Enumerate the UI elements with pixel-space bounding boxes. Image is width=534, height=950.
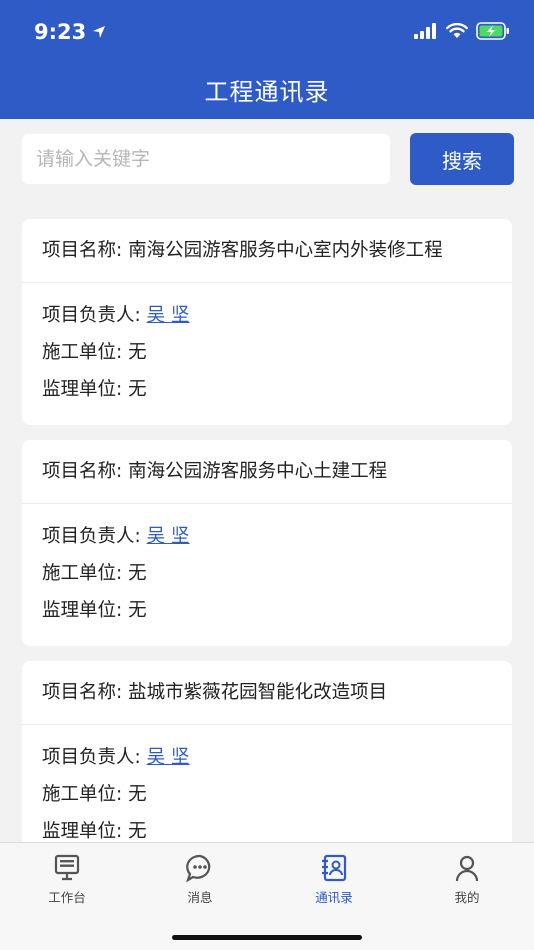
supervisor-value: 无 xyxy=(128,600,147,621)
project-card[interactable]: 项目名称: 南海公园游客服务中心室内外装修工程 项目负责人: 吴 坚 施工单位:… xyxy=(22,219,512,425)
contractor-row: 施工单位: 无 xyxy=(42,555,492,592)
tab-label: 消息 xyxy=(187,890,213,905)
supervisor-row: 监理单位: 无 xyxy=(42,371,492,408)
project-name: 南海公园游客服务中心土建工程 xyxy=(128,461,388,482)
supervisor-value: 无 xyxy=(128,379,147,400)
home-indicator[interactable] xyxy=(172,935,362,940)
contractor-value: 无 xyxy=(128,784,147,805)
project-lead-link[interactable]: 吴 坚 xyxy=(147,526,190,547)
project-name-row: 项目名称: 南海公园游客服务中心室内外装修工程 xyxy=(22,219,512,283)
contractor-label: 施工单位: xyxy=(42,784,123,805)
project-lead-row: 项目负责人: 吴 坚 xyxy=(42,297,492,334)
message-bubble-icon xyxy=(186,854,211,883)
tab-messages[interactable]: 消息 xyxy=(133,851,267,911)
search-input[interactable] xyxy=(22,134,390,184)
supervisor-row: 监理单位: 无 xyxy=(42,592,492,629)
project-name-label: 项目名称: xyxy=(42,461,123,482)
project-card[interactable]: 项目名称: 盐城市紫薇花园智能化改造项目 项目负责人: 吴 坚 施工单位: 无 … xyxy=(22,661,512,842)
location-arrow-icon xyxy=(93,26,106,38)
contractor-row: 施工单位: 无 xyxy=(42,334,492,371)
project-list: 项目名称: 南海公园游客服务中心室内外装修工程 项目负责人: 吴 坚 施工单位:… xyxy=(0,201,534,842)
project-details: 项目负责人: 吴 坚 施工单位: 无 监理单位: 无 xyxy=(22,283,512,408)
contractor-row: 施工单位: 无 xyxy=(42,776,492,813)
search-bar: 搜索 xyxy=(0,119,534,201)
project-details: 项目负责人: 吴 坚 施工单位: 无 监理单位: 无 xyxy=(22,504,512,629)
supervisor-label: 监理单位: xyxy=(42,821,123,842)
project-name: 盐城市紫薇花园智能化改造项目 xyxy=(128,682,388,703)
battery-charging-icon xyxy=(476,22,509,40)
project-card[interactable]: 项目名称: 南海公园游客服务中心土建工程 项目负责人: 吴 坚 施工单位: 无 … xyxy=(22,440,512,646)
status-bar: 9:23 xyxy=(0,0,534,64)
status-time-group: 9:23 xyxy=(34,20,106,44)
tab-contacts[interactable]: 通讯录 xyxy=(267,851,401,911)
contacts-icon xyxy=(322,854,347,882)
project-name: 南海公园游客服务中心室内外装修工程 xyxy=(128,240,443,261)
project-name-row: 项目名称: 南海公园游客服务中心土建工程 xyxy=(22,440,512,504)
project-lead-label: 项目负责人: xyxy=(42,305,141,326)
project-lead-label: 项目负责人: xyxy=(42,526,141,547)
supervisor-row: 监理单位: 无 xyxy=(42,813,492,842)
tab-label: 工作台 xyxy=(48,890,86,905)
tab-workbench[interactable]: 工作台 xyxy=(0,851,134,911)
page-title: 工程通讯录 xyxy=(204,78,330,106)
app-header: 9:23 工程通讯录 xyxy=(0,0,534,119)
project-lead-row: 项目负责人: 吴 坚 xyxy=(42,518,492,555)
project-lead-label: 项目负责人: xyxy=(42,747,141,768)
contractor-value: 无 xyxy=(128,342,147,363)
status-time: 9:23 xyxy=(34,20,87,44)
project-name-row: 项目名称: 盐城市紫薇花园智能化改造项目 xyxy=(22,661,512,725)
status-icons xyxy=(414,22,510,40)
signal-icon xyxy=(414,23,436,39)
wifi-icon xyxy=(446,23,468,38)
project-name-label: 项目名称: xyxy=(42,682,123,703)
contractor-label: 施工单位: xyxy=(42,342,123,363)
search-button[interactable]: 搜索 xyxy=(410,133,514,185)
tab-label: 通讯录 xyxy=(315,890,353,905)
supervisor-label: 监理单位: xyxy=(42,379,123,400)
supervisor-label: 监理单位: xyxy=(42,600,123,621)
project-lead-link[interactable]: 吴 坚 xyxy=(147,305,190,326)
project-lead-link[interactable]: 吴 坚 xyxy=(147,747,190,768)
contractor-label: 施工单位: xyxy=(42,563,123,584)
monitor-icon xyxy=(54,854,80,881)
supervisor-value: 无 xyxy=(128,821,147,842)
project-details: 项目负责人: 吴 坚 施工单位: 无 监理单位: 无 xyxy=(22,725,512,842)
bottom-tab-bar: 工作台 消息 通讯录 我的 xyxy=(0,842,534,950)
tab-label: 我的 xyxy=(454,890,480,905)
tab-mine[interactable]: 我的 xyxy=(400,851,534,911)
project-lead-row: 项目负责人: 吴 坚 xyxy=(42,739,492,776)
contractor-value: 无 xyxy=(128,563,147,584)
person-icon xyxy=(455,855,479,882)
project-name-label: 项目名称: xyxy=(42,240,123,261)
